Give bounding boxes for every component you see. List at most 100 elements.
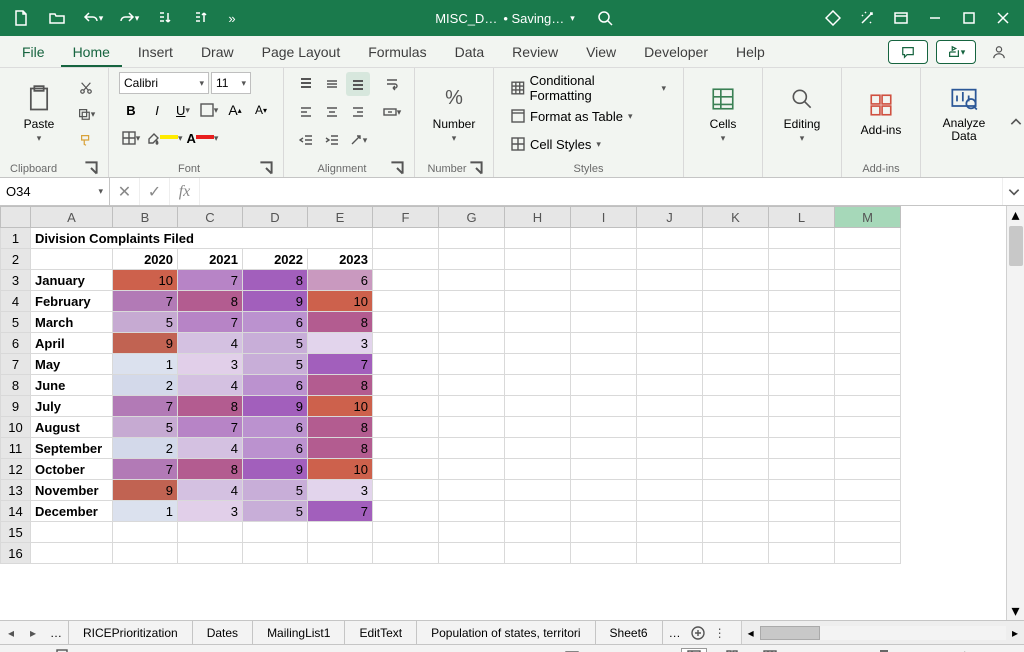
cell[interactable] [439, 249, 505, 270]
account-icon[interactable] [984, 40, 1014, 64]
cell[interactable] [373, 543, 439, 564]
cell[interactable] [505, 291, 571, 312]
cell[interactable]: 3 [178, 354, 243, 375]
cell[interactable]: 7 [178, 417, 243, 438]
cell[interactable] [637, 333, 703, 354]
cell[interactable]: 10 [308, 291, 373, 312]
cell[interactable]: 3 [308, 333, 373, 354]
cell[interactable] [835, 522, 901, 543]
cell[interactable]: 4 [178, 438, 243, 459]
indent-decrease-button[interactable] [294, 128, 318, 152]
cell[interactable] [637, 354, 703, 375]
cell[interactable]: 6 [308, 270, 373, 291]
cell[interactable] [373, 270, 439, 291]
cell[interactable] [373, 312, 439, 333]
cell[interactable]: 5 [113, 417, 178, 438]
cell[interactable]: 8 [308, 312, 373, 333]
cell[interactable] [178, 543, 243, 564]
cell[interactable]: 9 [113, 333, 178, 354]
cell[interactable] [637, 543, 703, 564]
analyze-data-button[interactable]: Analyze Data [931, 72, 997, 150]
number-format-button[interactable]: % Number▾ [425, 72, 483, 150]
cell[interactable]: 3 [178, 501, 243, 522]
grow-font-button[interactable]: A▴ [223, 98, 247, 122]
cell[interactable]: 6 [243, 312, 308, 333]
cell[interactable] [769, 501, 835, 522]
comments-button[interactable] [888, 40, 928, 64]
cell[interactable]: 5 [243, 501, 308, 522]
cell[interactable] [571, 459, 637, 480]
align-bottom-button[interactable] [346, 72, 370, 96]
sheet-list-dropdown[interactable]: ⋮ [709, 621, 731, 644]
tab-insert[interactable]: Insert [126, 38, 185, 67]
cell[interactable] [373, 333, 439, 354]
font-name-select[interactable]: Calibri▾ [119, 72, 209, 94]
cell[interactable] [703, 417, 769, 438]
cell[interactable] [769, 270, 835, 291]
cell[interactable]: 1 [113, 501, 178, 522]
cell[interactable] [571, 438, 637, 459]
cell[interactable] [505, 375, 571, 396]
cell[interactable] [769, 333, 835, 354]
align-top-button[interactable] [294, 72, 318, 96]
cell[interactable] [637, 291, 703, 312]
minimize-button[interactable] [920, 3, 950, 33]
cell[interactable] [505, 522, 571, 543]
col-header-F[interactable]: F [373, 207, 439, 228]
sheet-nav-prev[interactable]: ◂ [0, 621, 22, 644]
col-header-B[interactable]: B [113, 207, 178, 228]
format-as-table-button[interactable]: Format as Table▾ [504, 104, 673, 128]
cell[interactable] [571, 312, 637, 333]
view-normal-button[interactable] [681, 648, 707, 652]
cell[interactable]: 10 [308, 459, 373, 480]
cell[interactable] [703, 354, 769, 375]
cell[interactable] [571, 228, 637, 249]
cell[interactable] [571, 375, 637, 396]
borders-dropdown[interactable]: ▾ [119, 126, 143, 150]
cell[interactable] [703, 375, 769, 396]
cell[interactable]: 8 [178, 396, 243, 417]
wrap-text-button[interactable] [380, 72, 404, 96]
cell[interactable] [571, 396, 637, 417]
cell[interactable] [637, 270, 703, 291]
cell[interactable] [703, 291, 769, 312]
cell[interactable]: 7 [308, 501, 373, 522]
tab-formulas[interactable]: Formulas [356, 38, 438, 67]
cell[interactable]: March [31, 312, 113, 333]
cell[interactable] [31, 543, 113, 564]
cell[interactable] [835, 543, 901, 564]
cell[interactable] [505, 480, 571, 501]
cell[interactable]: 10 [113, 270, 178, 291]
cell[interactable]: 9 [113, 480, 178, 501]
cell[interactable]: September [31, 438, 113, 459]
cell[interactable]: 6 [243, 375, 308, 396]
name-box[interactable]: O34▾ [0, 178, 110, 205]
cell[interactable] [439, 459, 505, 480]
align-left-button[interactable] [294, 100, 318, 124]
border-button[interactable]: ▾ [197, 98, 221, 122]
font-size-select[interactable]: 11▾ [211, 72, 251, 94]
window-mode-icon[interactable] [886, 3, 916, 33]
cell[interactable] [637, 228, 703, 249]
cell[interactable] [571, 291, 637, 312]
tab-file[interactable]: File [10, 38, 57, 67]
cell[interactable] [703, 228, 769, 249]
cell[interactable]: 5 [243, 480, 308, 501]
qat-sort-desc-icon[interactable] [186, 3, 216, 33]
font-color-button[interactable]: A▾ [186, 126, 220, 150]
cell[interactable] [835, 396, 901, 417]
cell[interactable] [769, 354, 835, 375]
editing-button[interactable]: Editing▾ [773, 72, 831, 150]
cell[interactable] [113, 543, 178, 564]
cell[interactable] [637, 501, 703, 522]
fx-icon[interactable]: fx [170, 178, 200, 205]
qat-redo-icon[interactable]: ▾ [114, 3, 144, 33]
cell[interactable] [571, 354, 637, 375]
cell[interactable] [769, 543, 835, 564]
row-header-6[interactable]: 6 [1, 333, 31, 354]
conditional-formatting-button[interactable]: Conditional Formatting▾ [504, 76, 673, 100]
qat-more-icon[interactable]: » [222, 3, 242, 33]
row-header-9[interactable]: 9 [1, 396, 31, 417]
align-right-button[interactable] [346, 100, 370, 124]
scroll-down-icon[interactable]: ▾ [1007, 602, 1024, 620]
